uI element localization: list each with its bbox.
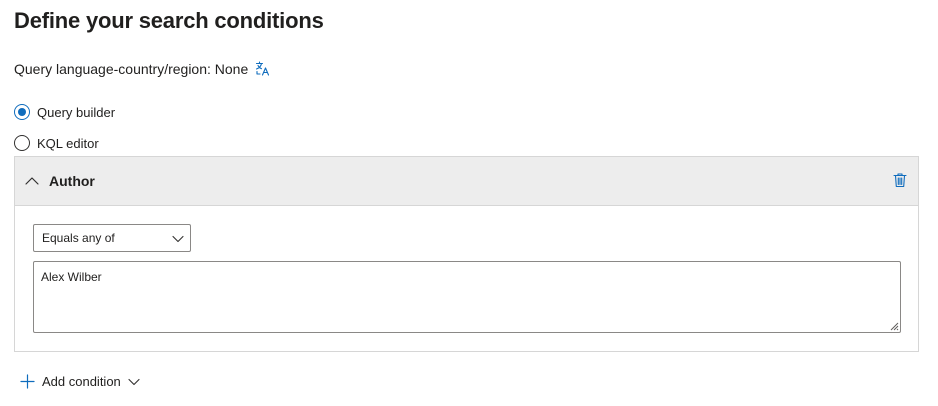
- query-builder-radio[interactable]: Query builder: [14, 104, 115, 120]
- condition-name: Author: [49, 173, 95, 189]
- condition-panel: Author Equals any of Alex Wilber: [14, 156, 919, 352]
- radio-selected-icon[interactable]: [14, 104, 30, 120]
- query-builder-label: Query builder: [37, 104, 116, 120]
- add-condition-label: Add condition: [42, 374, 121, 389]
- add-condition-button[interactable]: Add condition: [20, 374, 140, 389]
- kql-editor-label: KQL editor: [37, 135, 99, 151]
- chevron-down-icon: [128, 376, 140, 388]
- plus-icon: [20, 374, 35, 389]
- condition-header[interactable]: Author: [15, 157, 918, 206]
- trash-icon[interactable]: [893, 172, 907, 188]
- operator-dropdown[interactable]: Equals any of: [33, 224, 191, 252]
- kql-editor-radio[interactable]: KQL editor: [14, 135, 99, 151]
- condition-value: Alex Wilber: [41, 270, 102, 284]
- query-language-row: Query language-country/region: None: [14, 61, 271, 77]
- operator-value: Equals any of: [42, 231, 115, 245]
- condition-value-textarea[interactable]: Alex Wilber: [33, 261, 901, 333]
- translate-icon[interactable]: [255, 61, 271, 77]
- chevron-up-icon[interactable]: [24, 173, 40, 189]
- query-language-label: Query language-country/region: None: [14, 61, 249, 77]
- chevron-down-icon: [172, 233, 184, 245]
- resize-grip-icon[interactable]: [889, 321, 899, 331]
- radio-unselected-icon[interactable]: [14, 135, 30, 151]
- page-title: Define your search conditions: [14, 8, 324, 33]
